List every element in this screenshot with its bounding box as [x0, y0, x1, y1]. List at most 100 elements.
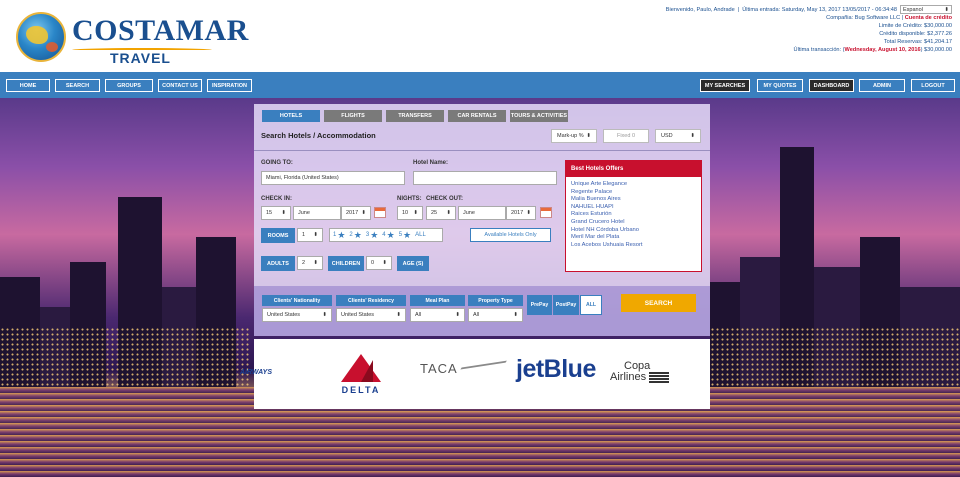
check-in-year-select[interactable]: 2017 ⬍ — [341, 206, 371, 220]
nationality-select[interactable]: United States ⬍ — [262, 308, 332, 322]
jetblue-logo[interactable]: jetBlue — [516, 355, 596, 384]
tab-transfers[interactable]: TRANSFERS — [386, 110, 444, 122]
rooms-label: ROOMS — [261, 228, 295, 243]
product-tabs: HOTELS FLIGHTS TRANSFERS CAR RENTALS TOU… — [262, 110, 568, 122]
nav-dashboard-button[interactable]: DASHBOARD — [809, 79, 854, 92]
nav-home-button[interactable]: HOME — [6, 79, 50, 92]
star-filter-4[interactable]: 4 ★ — [382, 229, 395, 240]
language-select[interactable]: Espanol ⬍ — [900, 5, 952, 14]
city-lights — [0, 327, 250, 387]
tab-flights[interactable]: FLIGHTS — [324, 110, 382, 122]
currency-select[interactable]: USD ⬍ — [655, 129, 701, 143]
taca-swoosh-icon — [454, 360, 507, 377]
check-out-day-select[interactable]: 25 ⬍ — [426, 206, 456, 220]
children-select[interactable]: 0 ⬍ — [366, 256, 392, 270]
offer-link[interactable]: Malia Buenos Aires — [571, 196, 696, 204]
prepay-button[interactable]: PrePay — [527, 295, 552, 315]
chevron-down-icon: ⬍ — [361, 210, 366, 216]
divider — [254, 150, 710, 151]
chevron-down-icon: ⬍ — [690, 133, 695, 139]
check-in-day-select[interactable]: 15 ⬍ — [261, 206, 291, 220]
property-type-select[interactable]: All ⬍ — [468, 308, 523, 322]
header: COSTAMAR TRAVEL Bienvenido, Paulo, Andra… — [0, 0, 960, 72]
adults-select[interactable]: 2 ⬍ — [297, 256, 323, 270]
going-to-input[interactable]: Miami, Florida (United States) — [261, 171, 405, 185]
offer-link[interactable]: Los Acebos Ushuaia Resort — [571, 242, 696, 250]
offer-link[interactable]: Unique Arte Elegance — [571, 181, 696, 189]
best-offers-title: Best Hotels Offers — [566, 161, 701, 177]
markup-select[interactable]: Mark-up % ⬍ — [551, 129, 597, 143]
meal-plan-label: Meal Plan — [410, 295, 465, 306]
hotel-name-label: Hotel Name: — [413, 160, 449, 166]
last-login: Última entrada: Saturday, May 13, 2017 1… — [742, 6, 897, 13]
credit-limit: Limite de Crédito: $30,000.00 — [878, 23, 952, 29]
going-to-label: GOING TO: — [261, 160, 293, 166]
nationality-label: Clients' Nationality — [262, 295, 332, 306]
available-only-button[interactable]: Available Hotels Only — [470, 228, 551, 242]
chevron-down-icon: ⬍ — [455, 312, 460, 318]
offer-link[interactable]: Raices Esturión — [571, 211, 696, 219]
offer-link[interactable]: Regente Palace — [571, 189, 696, 197]
nav-my-searches-button[interactable]: MY SEARCHES — [700, 79, 750, 92]
star-icon: ★ — [403, 229, 412, 240]
fixed-markup-input[interactable]: Fixed 0 — [603, 129, 649, 143]
offer-link[interactable]: Meril Mar del Plata — [571, 234, 696, 242]
residency-select[interactable]: United States ⬍ — [336, 308, 406, 322]
meal-plan-select[interactable]: All ⬍ — [410, 308, 465, 322]
costamar-logo[interactable]: COSTAMAR TRAVEL — [12, 8, 248, 68]
star-filter-1[interactable]: 1 ★ — [333, 230, 345, 240]
pay-all-button[interactable]: ALL — [580, 295, 602, 315]
airline-logos-strip: AIRWAYS DELTA TACA jetBlue Copa Airlines — [240, 339, 710, 409]
search-button[interactable]: SEARCH — [621, 294, 696, 312]
tab-car-rentals[interactable]: CAR RENTALS — [448, 110, 506, 122]
page-title: Search Hotels / Accommodation — [261, 131, 376, 140]
nav-logout-button[interactable]: LOGOUT — [911, 79, 955, 92]
chevron-down-icon: ⬍ — [322, 312, 327, 318]
check-out-month-select[interactable]: June — [458, 206, 506, 220]
nav-admin-button[interactable]: ADMIN — [859, 79, 905, 92]
search-panel: HOTELS FLIGHTS TRANSFERS CAR RENTALS TOU… — [254, 104, 710, 336]
company-label: Compañia: Bug Software LLC — [826, 15, 901, 21]
credit-available: Crédito disponible: $2,377.26 — [879, 31, 952, 37]
star-icon: ★ — [353, 229, 362, 240]
star-filter-5[interactable]: 5 ★ — [399, 229, 412, 240]
star-rating-filter: 1 ★ 2 ★ 3 ★ 4 ★ 5 ★ ALL — [329, 228, 443, 242]
adults-label: ADULTS — [261, 256, 295, 271]
chevron-down-icon: ⬍ — [313, 260, 318, 266]
chevron-down-icon: ⬍ — [396, 312, 401, 318]
tab-hotels[interactable]: HOTELS — [262, 110, 320, 122]
copa-airlines-logo[interactable]: Copa Airlines — [610, 361, 670, 383]
chevron-down-icon: ⬍ — [944, 6, 949, 13]
residency-label: Clients' Residency — [336, 295, 406, 306]
chevron-down-icon: ⬍ — [513, 312, 518, 318]
best-offers-box: Best Hotels Offers Unique Arte Elegance … — [565, 160, 702, 272]
nights-select[interactable]: 10 ⬍ — [397, 206, 423, 220]
chevron-down-icon: ⬍ — [526, 210, 531, 216]
taca-logo[interactable]: TACA — [420, 360, 507, 377]
hotel-name-input[interactable] — [413, 171, 557, 185]
delta-logo[interactable]: DELTA — [336, 354, 386, 398]
nav-groups-button[interactable]: GROUPS — [105, 79, 153, 92]
postpay-button[interactable]: PostPay — [553, 295, 579, 315]
offer-link[interactable]: Grand Crucero Hotel — [571, 219, 696, 227]
nav-search-button[interactable]: SEARCH — [55, 79, 100, 92]
offer-link[interactable]: Hotel NH Córdoba Urbano — [571, 227, 696, 235]
calendar-icon[interactable] — [540, 207, 552, 218]
star-filter-3[interactable]: 3 ★ — [366, 230, 378, 240]
nav-contact-button[interactable]: CONTACT US — [158, 79, 202, 92]
british-airways-logo[interactable]: AIRWAYS — [240, 369, 272, 376]
nav-my-quotes-button[interactable]: MY QUOTES — [757, 79, 803, 92]
rooms-select[interactable]: 1 ⬍ — [297, 228, 323, 242]
check-in-month-select[interactable]: June — [293, 206, 341, 220]
star-filter-2[interactable]: 2 ★ — [349, 229, 362, 240]
star-icon: ★ — [386, 229, 395, 240]
offer-link[interactable]: NAHUEL HUAPI — [571, 204, 696, 212]
nav-inspiration-button[interactable]: INSPIRATION — [207, 79, 252, 92]
chevron-down-icon: ⬍ — [413, 210, 418, 216]
tab-tours-activities[interactable]: TOURS & ACTIVITIES — [510, 110, 568, 122]
star-filter-all[interactable]: ALL — [415, 232, 426, 238]
check-out-year-select[interactable]: 2017 ⬍ — [506, 206, 536, 220]
main-navbar: HOME SEARCH GROUPS CONTACT US INSPIRATIO… — [0, 72, 960, 98]
calendar-icon[interactable] — [374, 207, 386, 218]
offers-list: Unique Arte Elegance Regente Palace Mali… — [566, 177, 701, 253]
